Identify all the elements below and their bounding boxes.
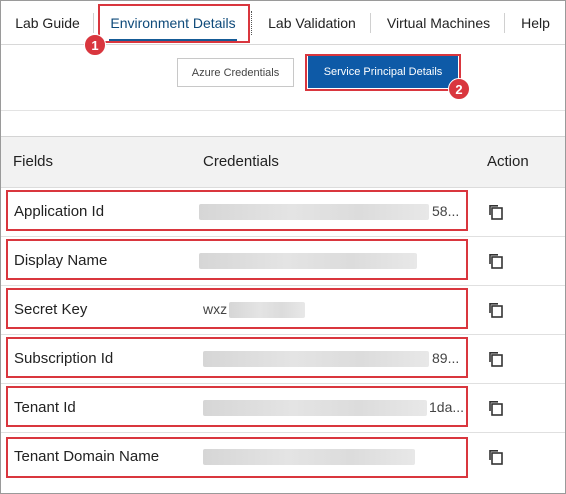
- redacted-value: [203, 449, 415, 465]
- tab-label: Lab Validation: [268, 15, 356, 31]
- field-label: Subscription Id: [14, 350, 114, 367]
- lab-environment-panel: Lab Guide Environment Details Lab Valida…: [0, 0, 566, 494]
- tab-label: Environment Details: [110, 15, 236, 31]
- step-badge-2: 2: [448, 78, 470, 100]
- copy-icon[interactable]: [487, 448, 505, 466]
- header-action: Action: [487, 153, 529, 170]
- azure-credentials-button[interactable]: Azure Credentials: [177, 58, 294, 87]
- table-header: Fields Credentials Action: [1, 137, 565, 188]
- credential-value: 89...: [432, 350, 460, 366]
- tab-label: Lab Guide: [15, 15, 80, 31]
- copy-icon[interactable]: [487, 350, 505, 368]
- field-label: Tenant Domain Name: [14, 448, 160, 465]
- field-label: Secret Key: [14, 301, 88, 318]
- table-row: Display Name: [1, 237, 565, 286]
- field-label: Application Id: [14, 203, 105, 220]
- service-principal-details-button[interactable]: Service Principal Details: [308, 56, 458, 88]
- tab-label: Virtual Machines: [386, 15, 491, 31]
- table-row: Secret Key wxz: [1, 286, 565, 335]
- copy-icon[interactable]: [487, 203, 505, 221]
- copy-icon[interactable]: [487, 252, 505, 270]
- tab-environment-details[interactable]: Environment Details: [97, 1, 249, 45]
- redacted-value: [203, 351, 429, 367]
- tab-label: Help: [521, 15, 550, 31]
- field-label: Display Name: [14, 252, 108, 269]
- redacted-value: [199, 253, 417, 269]
- tab-virtual-machines[interactable]: Virtual Machines: [372, 1, 505, 45]
- header-fields: Fields: [13, 153, 54, 170]
- table-row: Tenant Domain Name: [1, 433, 565, 482]
- credential-value: 58...: [432, 203, 460, 219]
- field-label: Tenant Id: [14, 399, 76, 416]
- table-row: Tenant Id 1da...: [1, 384, 565, 433]
- tab-help[interactable]: Help: [506, 1, 565, 45]
- copy-icon[interactable]: [487, 301, 505, 319]
- redacted-value: [199, 204, 429, 220]
- tab-lab-guide[interactable]: Lab Guide: [1, 1, 94, 45]
- header-credentials: Credentials: [203, 153, 279, 170]
- copy-icon[interactable]: [487, 399, 505, 417]
- active-tab-underline: [109, 39, 237, 42]
- redacted-value: [229, 302, 305, 318]
- tab-separator: [251, 11, 252, 35]
- table-row: Application Id 58...: [1, 188, 565, 237]
- redacted-value: [203, 400, 427, 416]
- tab-lab-validation[interactable]: Lab Validation: [253, 1, 371, 45]
- credential-value: wxz: [203, 301, 228, 317]
- credential-value: 1da...: [429, 399, 465, 415]
- table-row: Subscription Id 89...: [1, 335, 565, 384]
